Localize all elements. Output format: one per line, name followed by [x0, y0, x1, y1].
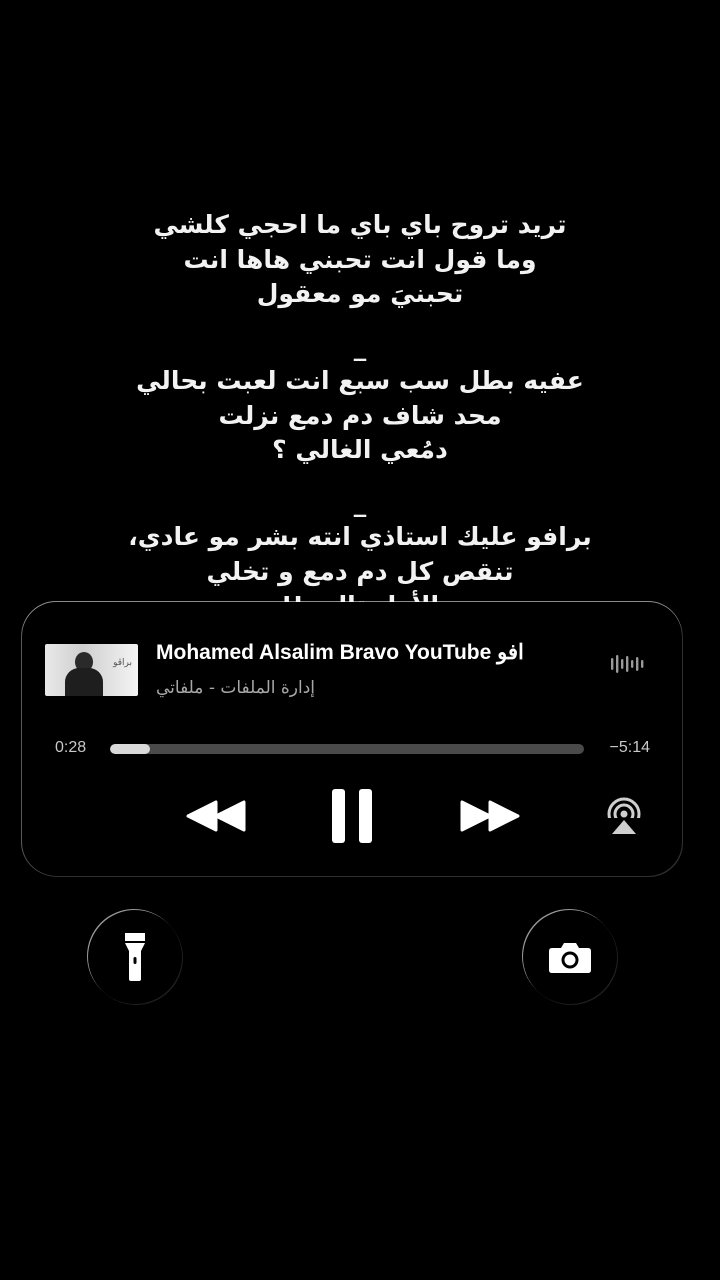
lyrics-text: تريد تروح باي باي ما احجي كلشي وما قول ا…: [0, 208, 720, 624]
pause-icon: [332, 789, 372, 843]
flashlight-icon: [125, 933, 145, 981]
airplay-icon: [607, 797, 641, 836]
rewind-icon: [186, 800, 246, 832]
waveform-icon: [611, 655, 644, 673]
now-playing-widget: براڤو Mohamed Alsalim Bravo YouTube افو …: [22, 602, 682, 876]
lyric-line: تريد تروح باي باي ما احجي كلشي: [153, 210, 567, 239]
fast-forward-button[interactable]: [454, 784, 526, 848]
airplay-button[interactable]: [602, 784, 646, 848]
lyric-line: دمُعي الغالي ؟: [272, 435, 448, 464]
lock-screen: تريد تروح باي باي ما احجي كلشي وما قول ا…: [0, 0, 720, 1280]
remaining-time: −5:14: [609, 739, 650, 756]
lyric-line: تحبنيَ مو معقول: [256, 279, 464, 308]
lyric-line: برافو عليك استاذي انته بشر مو عادي،: [128, 522, 592, 551]
lyric-separator: _: [353, 331, 367, 361]
playback-scrubber[interactable]: [110, 744, 584, 754]
artwork-label: براڤو: [113, 658, 132, 668]
camera-button[interactable]: [523, 910, 617, 1004]
pause-button[interactable]: [320, 784, 384, 848]
lyric-line: تنقص كل دم دمع و تخلي: [206, 556, 514, 586]
flashlight-button[interactable]: [88, 910, 182, 1004]
elapsed-time: 0:28: [55, 739, 87, 756]
track-title[interactable]: Mohamed Alsalim Bravo YouTube افو: [156, 640, 606, 665]
album-artwork[interactable]: براڤو: [45, 644, 138, 696]
lyric-separator: _: [353, 487, 367, 517]
fast-forward-icon: [460, 800, 520, 832]
rewind-button[interactable]: [180, 784, 252, 848]
track-source: إدارة الملفات - ملفاتي: [156, 678, 316, 698]
artwork-figure: [65, 668, 103, 696]
lyric-line: عفيه بطل سب سبع انت لعبت بحالي: [136, 366, 584, 395]
camera-icon: [549, 943, 591, 973]
lyric-line: وما قول انت تحبني هاها انت: [183, 244, 537, 274]
playback-progress: [110, 744, 151, 754]
lyric-line: محد شاف دم دمع نزلت: [218, 400, 502, 430]
